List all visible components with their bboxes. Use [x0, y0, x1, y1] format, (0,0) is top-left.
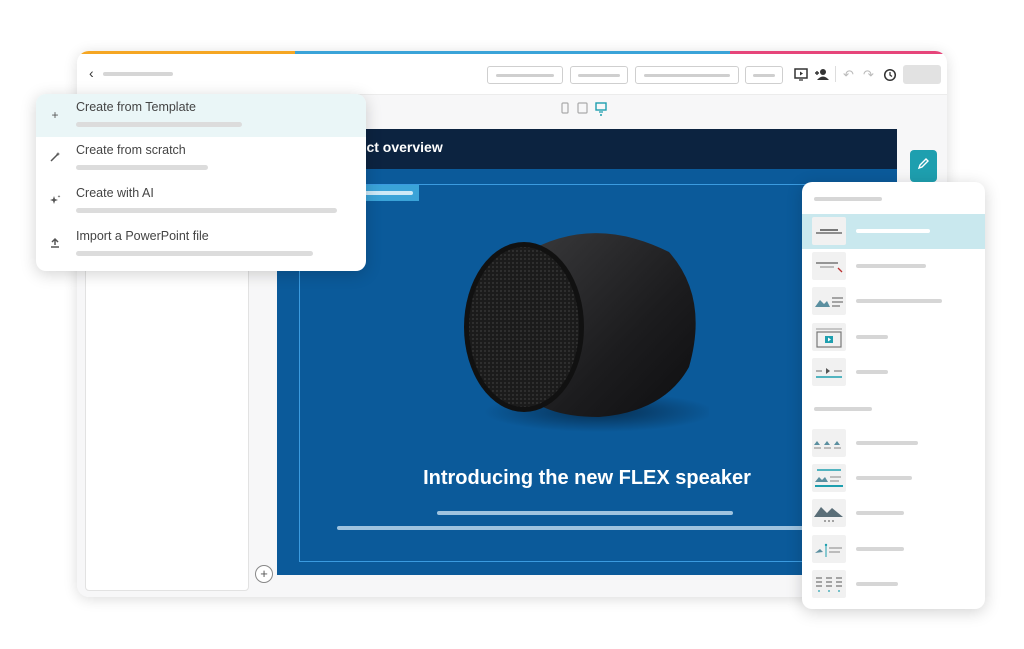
menu-item-desc [76, 165, 208, 170]
layout-caption-icon [812, 464, 846, 492]
share-user-icon[interactable] [814, 68, 830, 84]
layout-item[interactable] [802, 284, 985, 319]
toolbar-button-2[interactable] [570, 66, 628, 84]
toolbar-button-1[interactable] [487, 66, 563, 84]
chevron-left-icon[interactable]: ‹ [89, 66, 94, 80]
toolbar: ‹ ↶ ↷ [77, 54, 947, 95]
undo-icon[interactable]: ↶ [843, 68, 854, 82]
publish-button[interactable] [903, 65, 941, 84]
menu-item-label: Create with AI [76, 186, 154, 200]
pencil-icon [917, 158, 929, 170]
toolbar-divider [835, 66, 836, 82]
redo-icon[interactable]: ↷ [863, 68, 874, 82]
menu-item-ai[interactable]: Create with AI [36, 180, 366, 223]
layout-item[interactable] [802, 567, 985, 602]
layout-columns-icon [812, 570, 846, 598]
layout-item[interactable] [802, 320, 985, 355]
plus-icon: + [51, 108, 59, 122]
history-icon[interactable] [883, 68, 897, 85]
tablet-icon[interactable] [577, 101, 588, 119]
layout-subtitle-icon [812, 252, 846, 280]
layout-media-icon [812, 358, 846, 386]
layout-item[interactable] [802, 249, 985, 284]
toolbar-button-3[interactable] [635, 66, 739, 84]
layout-gallery-icon [812, 429, 846, 457]
menu-item-template[interactable]: + Create from Template [36, 94, 366, 137]
layouts-section-header [814, 197, 882, 201]
layout-title-icon [812, 217, 846, 245]
layouts-section-header [814, 407, 872, 411]
menu-item-desc [76, 122, 242, 127]
layout-image-text-icon [812, 287, 846, 315]
layout-video-icon [812, 323, 846, 351]
menu-item-label: Create from Template [76, 100, 196, 114]
add-slide-button[interactable]: + [255, 565, 273, 583]
create-menu: + Create from Template Create from scrat… [36, 94, 366, 271]
edit-button[interactable] [910, 150, 937, 182]
layout-diagram-icon [812, 535, 846, 563]
magic-wand-icon [48, 151, 62, 165]
breadcrumb [103, 72, 173, 76]
menu-item-import[interactable]: Import a PowerPoint file [36, 223, 366, 266]
phone-icon[interactable] [561, 101, 569, 119]
layout-item[interactable] [802, 355, 985, 390]
layout-landscape-icon [812, 499, 846, 527]
layout-item[interactable] [802, 532, 985, 567]
layout-item[interactable] [802, 214, 985, 249]
layout-item[interactable] [802, 461, 985, 496]
desktop-icon[interactable] [595, 102, 607, 121]
menu-item-desc [76, 208, 337, 213]
layout-item[interactable] [802, 496, 985, 531]
sparkle-icon [48, 194, 62, 208]
menu-item-label: Import a PowerPoint file [76, 229, 209, 243]
layouts-panel [802, 182, 985, 609]
menu-item-desc [76, 251, 313, 256]
menu-item-label: Create from scratch [76, 143, 186, 157]
menu-item-scratch[interactable]: Create from scratch [36, 137, 366, 180]
toolbar-button-4[interactable] [745, 66, 783, 84]
present-icon[interactable] [794, 68, 808, 84]
layout-item[interactable] [802, 426, 985, 461]
speaker-image [459, 217, 714, 442]
slide-subtitle-bar [437, 511, 733, 515]
upload-icon [48, 237, 62, 251]
slide-header: luct overview [277, 129, 897, 169]
slide-title[interactable]: luct overview [354, 139, 443, 155]
